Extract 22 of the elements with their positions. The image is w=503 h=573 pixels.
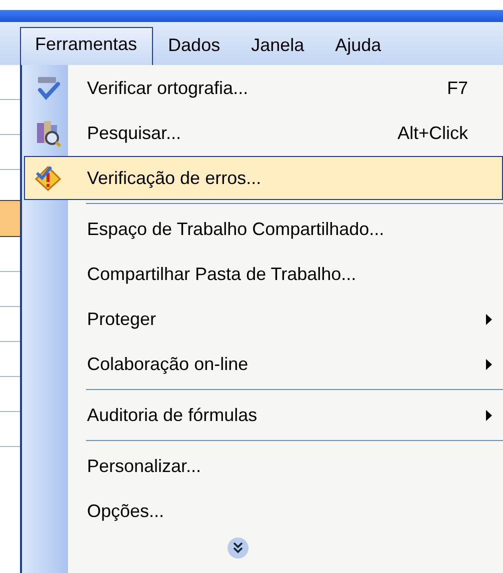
menu-tab[interactable]: Ajuda xyxy=(320,28,398,65)
menu-tab[interactable]: Ferramentas xyxy=(20,27,154,65)
submenu-arrow-icon xyxy=(486,410,492,420)
research-icon xyxy=(35,119,61,147)
menu-item[interactable]: Auditoria de fórmulas xyxy=(24,393,503,437)
submenu-arrow-icon xyxy=(486,358,492,370)
selected-cell xyxy=(0,200,20,237)
menu-item[interactable]: Colaboração on-line xyxy=(24,342,503,386)
menu-tab[interactable]: Dados xyxy=(153,28,236,65)
menu-item[interactable]: Compartilhar Pasta de Trabalho... xyxy=(24,252,503,296)
spelling-check-icon xyxy=(35,75,61,101)
menu-item[interactable]: Verificar ortografia... F7 xyxy=(24,66,503,110)
menu-item[interactable]: Proteger xyxy=(24,297,503,341)
expand-chevron-icon[interactable] xyxy=(226,537,248,559)
menu-item[interactable]: Verificação de erros... xyxy=(24,156,503,200)
menu-tab[interactable]: Janela xyxy=(236,28,320,65)
menu-item[interactable]: Personalizar... xyxy=(24,444,503,488)
menu-item[interactable]: Opções... xyxy=(24,489,503,533)
menu-item[interactable]: Pesquisar... Alt+Click xyxy=(24,111,503,155)
error-check-icon xyxy=(34,165,62,191)
menu-item[interactable]: Espaço de Trabalho Compartilhado... xyxy=(24,207,503,251)
submenu-arrow-icon xyxy=(486,314,492,324)
